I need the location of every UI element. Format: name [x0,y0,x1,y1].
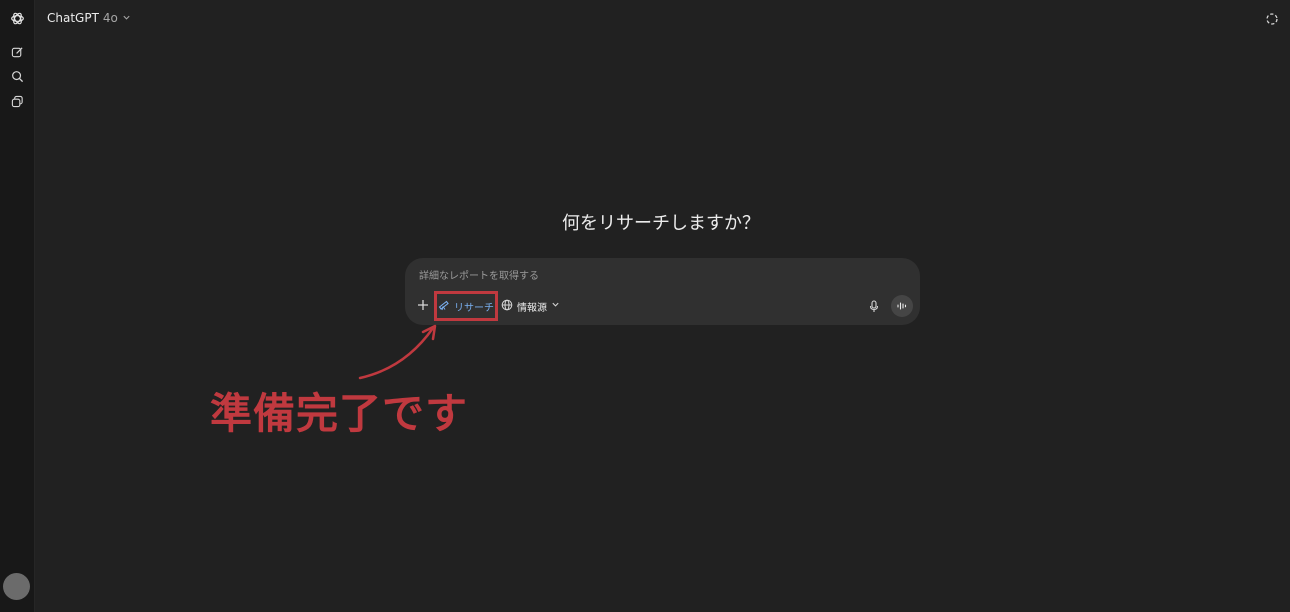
page-heading: 何をリサーチしますか？ [562,213,760,234]
prompt-input[interactable] [419,268,899,284]
voice-mode-button[interactable] [891,295,913,317]
add-attachment-button[interactable] [416,298,430,312]
dictate-button[interactable] [867,298,881,314]
annotation-arrow [358,324,437,380]
openai-logo-icon[interactable] [9,10,25,26]
waveform-icon [897,302,907,310]
sources-label: 情報源 [517,302,547,314]
chevron-down-icon [551,300,560,312]
chevron-down-icon [122,11,131,25]
search-icon[interactable] [9,68,25,84]
microphone-icon [869,299,879,312]
user-avatar[interactable] [3,573,30,600]
research-label: リサーチ [454,302,494,314]
model-selector[interactable]: ChatGPT 4o [47,10,131,26]
app-window: ChatGPT 4o 何をリサーチしますか？ リサーチ [0,0,1290,612]
composer: リサーチ 情報源 [405,258,920,325]
telescope-icon [438,299,450,314]
globe-icon [501,299,513,314]
library-icon[interactable] [9,93,25,109]
model-version: 4o [102,11,118,25]
annotation-label: 準備完了です [210,389,469,438]
model-name: ChatGPT [47,11,99,25]
research-toggle-button[interactable]: リサーチ [434,291,498,321]
sources-dropdown[interactable]: 情報源 [501,298,560,314]
sidebar-rail [0,0,35,612]
temporary-chat-icon[interactable] [1265,11,1279,25]
plus-icon [418,300,428,310]
new-chat-icon[interactable] [9,44,25,60]
